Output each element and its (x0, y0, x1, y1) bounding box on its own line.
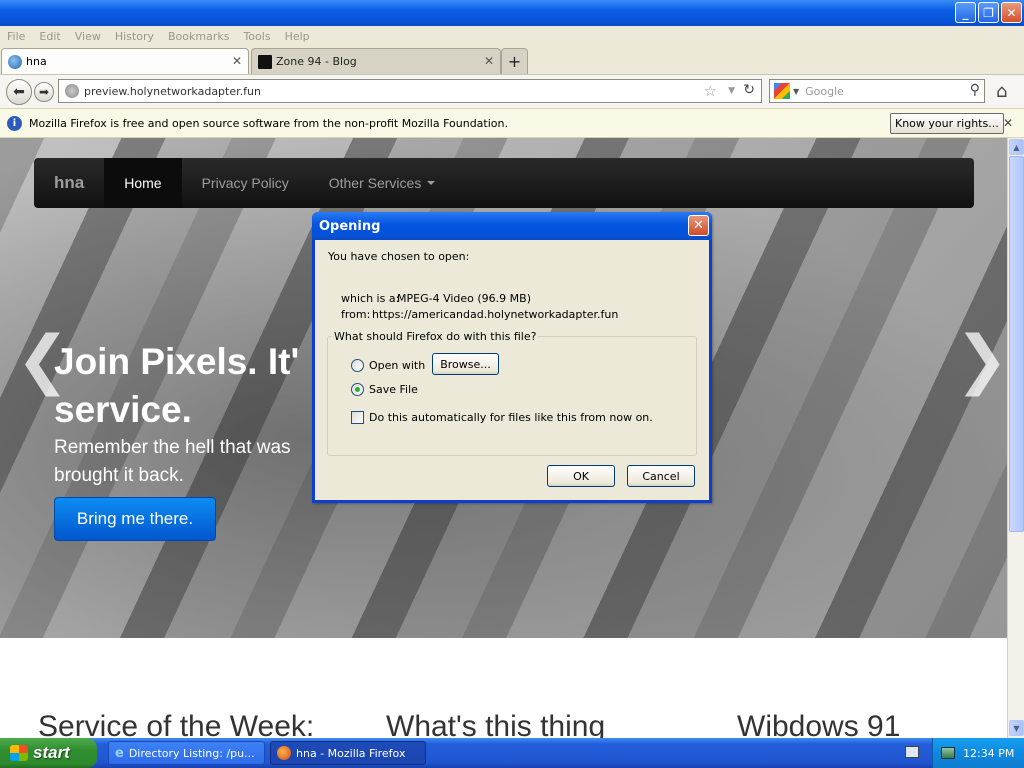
history-dropdown-icon[interactable]: ▼ (728, 86, 735, 96)
hero-subtitle: Remember the hell that was brought it ba… (54, 434, 316, 490)
nav-privacy-policy[interactable]: Privacy Policy (182, 158, 309, 208)
ie-icon: e (115, 745, 124, 761)
tab-strip: hna ✕ Zone 94 - Blog ✕ + (0, 46, 1024, 74)
minimize-button[interactable]: _ (955, 2, 976, 23)
hero-heading-line1: Join Pixels. It' (54, 341, 300, 382)
google-icon[interactable] (774, 83, 790, 99)
keyboard-icon[interactable] (905, 746, 919, 758)
search-bar[interactable]: ▼ Google ⚲ (769, 79, 985, 103)
taskbar-item-directory-listing[interactable]: e Directory Listing: /pu... (108, 741, 265, 765)
search-placeholder: Google (805, 84, 844, 98)
file-source-value: https://americandad.holynetworkadapter.f… (372, 308, 619, 321)
menu-help[interactable]: Help (285, 30, 310, 43)
menu-bar: File Edit View History Bookmarks Tools H… (0, 26, 1024, 46)
start-label: start (33, 743, 70, 762)
globe-icon (8, 54, 22, 69)
url-text: preview.holynetworkadapter.fun (84, 84, 261, 98)
close-tab-icon[interactable]: ✕ (484, 54, 494, 68)
navigation-bar: ⬅ ➡ preview.holynetworkadapter.fun ☆ ▼ ↻… (0, 74, 1024, 108)
site-favicon-icon (258, 54, 272, 69)
site-navbar: hna Home Privacy Policy Other Services (34, 158, 974, 208)
open-with-label[interactable]: Open with (369, 359, 425, 372)
carousel-next-icon[interactable]: ❯ (955, 323, 1007, 397)
url-bar[interactable]: preview.holynetworkadapter.fun ☆ ▼ ↻ (58, 79, 762, 103)
taskbar: start e Directory Listing: /pu... hna - … (0, 738, 1024, 768)
dialog-title: Opening (319, 218, 381, 234)
hero-subtitle-line1: Remember the hell that was (54, 437, 291, 458)
close-tab-icon[interactable]: ✕ (232, 54, 242, 68)
file-source-label: from: (341, 308, 371, 321)
taskbar-item-label: hna - Mozilla Firefox (296, 746, 406, 760)
nav-other-services-label: Other Services (328, 175, 422, 191)
tab-hna[interactable]: hna ✕ (1, 48, 249, 74)
nav-home[interactable]: Home (104, 158, 182, 208)
radio-selected-dot (355, 387, 360, 392)
network-icon[interactable] (941, 747, 955, 759)
menu-view[interactable]: View (75, 30, 101, 43)
ok-button[interactable]: OK (547, 465, 615, 487)
taskbar-item-label: Directory Listing: /pu... (128, 746, 255, 760)
dialog-title-bar: Opening ✕ (312, 212, 712, 240)
scroll-down-icon[interactable]: ▼ (1009, 720, 1024, 736)
cancel-button[interactable]: Cancel (627, 465, 695, 487)
site-brand[interactable]: hna (34, 173, 104, 193)
hero-heading-line2: service. (54, 389, 192, 430)
caret-down-icon (427, 181, 436, 185)
vertical-scrollbar[interactable]: ▲ ▼ (1007, 138, 1024, 738)
window-title-bar: _ ❐ ✕ (0, 0, 1024, 26)
open-with-radio[interactable] (351, 359, 364, 372)
menu-bookmarks[interactable]: Bookmarks (168, 30, 229, 43)
forward-button[interactable]: ➡ (34, 82, 54, 102)
file-type-value: MPEG-4 Video (96.9 MB) (397, 292, 531, 305)
dialog-intro: You have chosen to open: (328, 250, 470, 263)
bookmark-star-icon[interactable]: ☆ (704, 82, 717, 100)
menu-tools[interactable]: Tools (243, 30, 270, 43)
notification-bar: i Mozilla Firefox is free and open sourc… (0, 108, 1024, 138)
hero-subtitle-line2: brought it back. (54, 465, 184, 486)
section-heading-service-of-week: Service of the Week: (38, 710, 315, 738)
close-notification-icon[interactable]: ✕ (1003, 116, 1013, 130)
notification-text: Mozilla Firefox is free and open source … (29, 116, 508, 130)
section-heading-whats-this: What's this thing (386, 710, 606, 738)
home-icon[interactable]: ⌂ (996, 81, 1007, 102)
auto-action-label[interactable]: Do this automatically for files like thi… (369, 411, 653, 424)
reload-icon[interactable]: ↻ (743, 82, 755, 98)
nav-other-services[interactable]: Other Services (309, 158, 456, 208)
info-icon: i (7, 115, 22, 131)
auto-action-checkbox[interactable] (351, 411, 364, 424)
restore-button[interactable]: ❐ (978, 2, 999, 23)
back-button[interactable]: ⬅ (6, 79, 32, 105)
site-identity-icon[interactable] (65, 84, 79, 98)
dialog-close-button[interactable]: ✕ (688, 215, 709, 236)
bring-me-there-button[interactable]: Bring me there. (54, 497, 216, 541)
menu-edit[interactable]: Edit (39, 30, 60, 43)
firefox-icon (277, 746, 291, 760)
tab-label: hna (26, 55, 47, 68)
clock[interactable]: 12:34 PM (963, 747, 1014, 760)
search-icon[interactable]: ⚲ (970, 82, 980, 98)
menu-history[interactable]: History (115, 30, 154, 43)
action-group-label: What should Firefox do with this file? (332, 330, 539, 343)
new-tab-button[interactable]: + (501, 48, 528, 74)
taskbar-item-firefox[interactable]: hna - Mozilla Firefox (270, 741, 426, 765)
save-file-radio[interactable] (351, 383, 364, 396)
scroll-up-icon[interactable]: ▲ (1009, 139, 1024, 155)
action-groupbox (327, 336, 697, 456)
close-window-button[interactable]: ✕ (1001, 2, 1022, 23)
system-tray: 12:34 PM (932, 738, 1024, 768)
opening-dialog: Opening ✕ You have chosen to open: which… (312, 212, 712, 503)
search-engine-dropdown-icon[interactable]: ▼ (793, 87, 799, 96)
section-heading-wibdows: Wibdows 91 (737, 710, 901, 738)
start-button[interactable]: start (0, 738, 97, 768)
hero-heading: Join Pixels. It' service. (54, 338, 334, 434)
tab-zone94[interactable]: Zone 94 - Blog ✕ (251, 48, 501, 74)
know-your-rights-button[interactable]: Know your rights... (890, 113, 1004, 134)
save-file-label[interactable]: Save File (369, 383, 418, 396)
file-type-label: which is a: (341, 292, 400, 305)
menu-file[interactable]: File (7, 30, 25, 43)
scroll-thumb[interactable] (1009, 156, 1024, 532)
browse-button[interactable]: Browse... (432, 353, 499, 375)
windows-logo-icon (10, 745, 28, 761)
tab-label: Zone 94 - Blog (276, 55, 357, 68)
